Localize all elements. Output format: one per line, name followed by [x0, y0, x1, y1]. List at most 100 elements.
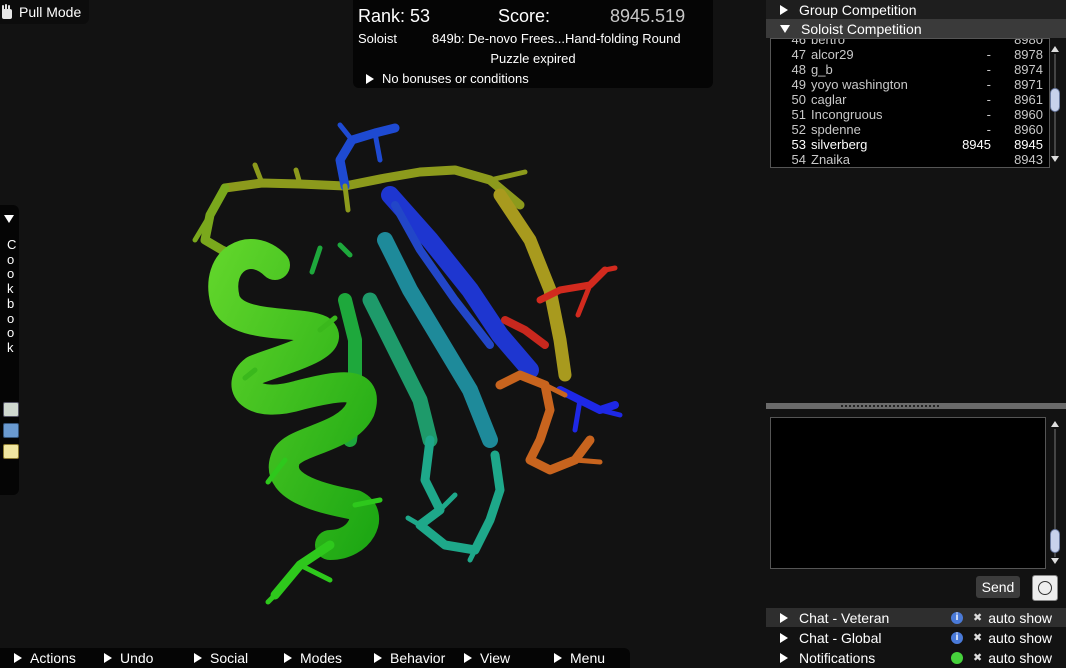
- backbone-blue-right: [556, 386, 619, 414]
- score-value: 8945.519: [610, 6, 686, 26]
- expand-arrow-icon: [104, 653, 112, 663]
- send-button[interactable]: Send: [976, 576, 1020, 598]
- backbone-teal-loop: [415, 435, 505, 555]
- chat-log[interactable]: [770, 417, 1046, 569]
- player-rank: 47: [791, 47, 806, 62]
- pull-mode-indicator[interactable]: Pull Mode: [0, 0, 90, 24]
- expand-arrow-icon: [366, 73, 374, 84]
- soloist-competition-label: Soloist Competition: [801, 20, 922, 37]
- expand-arrow-icon: [284, 653, 292, 663]
- player-score-dash: -: [986, 107, 991, 122]
- leaderboard-row[interactable]: 54 Znaika 8943: [771, 152, 1049, 167]
- menu-view-label: View: [480, 650, 511, 666]
- side-chain: [372, 130, 383, 163]
- scroll-up-icon[interactable]: [1051, 421, 1059, 427]
- notifications-header[interactable]: Notifications ✖ auto show: [766, 648, 1066, 667]
- auto-show-label[interactable]: auto show: [988, 630, 1052, 646]
- info-icon[interactable]: i: [951, 611, 963, 624]
- puzzle-name: 849b: De-novo Frees...Hand-folding Round: [432, 31, 681, 46]
- group-competition-header[interactable]: Group Competition: [766, 0, 1066, 19]
- rank-label: Rank: 53: [358, 6, 431, 26]
- soloist-competition-header[interactable]: Soloist Competition: [766, 19, 1066, 38]
- collapse-arrow-icon[interactable]: [4, 215, 14, 223]
- scroll-thumb[interactable]: [1050, 529, 1060, 553]
- side-chain: [342, 183, 351, 213]
- cookbook-tab[interactable]: Cookbook: [0, 205, 19, 495]
- console-icon[interactable]: [3, 402, 19, 417]
- side-chain: [602, 265, 618, 273]
- player-name: caglar: [811, 92, 847, 107]
- player-rank: 48: [791, 62, 806, 77]
- player-name: bertro: [811, 38, 845, 47]
- score-label: Score:: [498, 6, 551, 26]
- player-name: Incongruous: [811, 107, 883, 122]
- scroll-down-icon[interactable]: [1051, 558, 1059, 564]
- auto-show-label[interactable]: auto show: [988, 650, 1052, 666]
- menu-behavior[interactable]: Behavior: [374, 648, 445, 668]
- menu-social[interactable]: Social: [194, 648, 248, 668]
- menu-undo[interactable]: Undo: [104, 648, 153, 668]
- player-best-score: 8978: [1014, 47, 1043, 62]
- chat-veteran-label: Chat - Veteran: [799, 609, 890, 626]
- side-chain: [597, 407, 623, 418]
- side-chain: [309, 245, 323, 275]
- leaderboard-row[interactable]: 47 alcor29 8978 -: [771, 47, 1049, 62]
- close-icon[interactable]: ✖: [973, 631, 982, 644]
- menu-menu[interactable]: Menu: [554, 648, 605, 668]
- side-chain: [337, 242, 353, 258]
- leaderboard-row[interactable]: 48 g_b 8974 -: [771, 62, 1049, 77]
- scroll-up-icon[interactable]: [1051, 46, 1059, 52]
- folder-icon[interactable]: [3, 423, 19, 438]
- clock-button[interactable]: [1032, 575, 1058, 601]
- close-icon[interactable]: ✖: [973, 651, 982, 664]
- player-score-dash: -: [986, 77, 991, 92]
- side-chain: [572, 397, 583, 433]
- leaderboard-scrollbar[interactable]: [1050, 46, 1060, 164]
- menu-undo-label: Undo: [120, 650, 154, 666]
- side-chain: [437, 492, 458, 513]
- close-icon[interactable]: ✖: [973, 611, 982, 624]
- expand-arrow-icon: [194, 653, 202, 663]
- player-best-score: 8961: [1014, 92, 1043, 107]
- score-panel: Rank: 53 Score: 8945.519 Soloist 849b: D…: [353, 0, 713, 88]
- side-chain: [572, 457, 603, 465]
- auto-show-label[interactable]: auto show: [988, 610, 1052, 626]
- player-rank: 49: [791, 77, 806, 92]
- expand-arrow-icon: [374, 653, 382, 663]
- green-status-icon[interactable]: [951, 651, 963, 664]
- scroll-down-icon[interactable]: [1051, 156, 1059, 162]
- leaderboard-list[interactable]: 46 bertro 8980 47 alcor29 8978 - 48 g_b 8974 - 49 yo…: [770, 38, 1050, 168]
- menu-view[interactable]: View: [464, 648, 510, 668]
- group-competition-label: Group Competition: [799, 1, 917, 18]
- right-panel: Group Competition Soloist Competition 46…: [766, 0, 1066, 668]
- splitter-grip[interactable]: [841, 405, 941, 407]
- side-chain: [265, 592, 278, 605]
- protein-viewport[interactable]: [0, 0, 766, 648]
- leaderboard-row[interactable]: 46 bertro 8980: [771, 38, 1049, 47]
- menu-modes[interactable]: Modes: [284, 648, 342, 668]
- bonus-toggle[interactable]: No bonuses or conditions: [366, 71, 529, 86]
- notes-icon[interactable]: [3, 444, 19, 459]
- expand-arrow-icon: [464, 653, 472, 663]
- player-best-score: 8960: [1014, 122, 1043, 137]
- side-chain: [297, 562, 333, 583]
- info-icon[interactable]: i: [951, 631, 963, 644]
- chat-scrollbar[interactable]: [1050, 421, 1060, 565]
- backbone-olive-loop: [220, 165, 525, 210]
- leaderboard-row[interactable]: 49 yoyo washington 8971 -: [771, 77, 1049, 92]
- menu-social-label: Social: [210, 650, 249, 666]
- chat-veteran-header[interactable]: Chat - Veteran i ✖ auto show: [766, 608, 1066, 627]
- expand-arrow-icon: [780, 632, 788, 643]
- leaderboard-row[interactable]: 52 spdenne 8960 -: [771, 122, 1049, 137]
- player-best-score: 8960: [1014, 107, 1043, 122]
- player-best-score: 8945: [1014, 137, 1043, 152]
- leaderboard-row[interactable]: 50 caglar 8961 -: [771, 92, 1049, 107]
- chat-global-header[interactable]: Chat - Global i ✖ auto show: [766, 628, 1066, 647]
- player-best-score: 8980: [1014, 38, 1043, 47]
- leaderboard-row[interactable]: 53 silverberg 8945 8945: [771, 137, 1049, 152]
- expand-arrow-icon: [780, 4, 788, 15]
- menu-actions[interactable]: Actions: [14, 648, 76, 668]
- scroll-thumb[interactable]: [1050, 88, 1060, 112]
- leaderboard-row[interactable]: 51 Incongruous 8960 -: [771, 107, 1049, 122]
- expand-arrow-icon: [780, 652, 788, 663]
